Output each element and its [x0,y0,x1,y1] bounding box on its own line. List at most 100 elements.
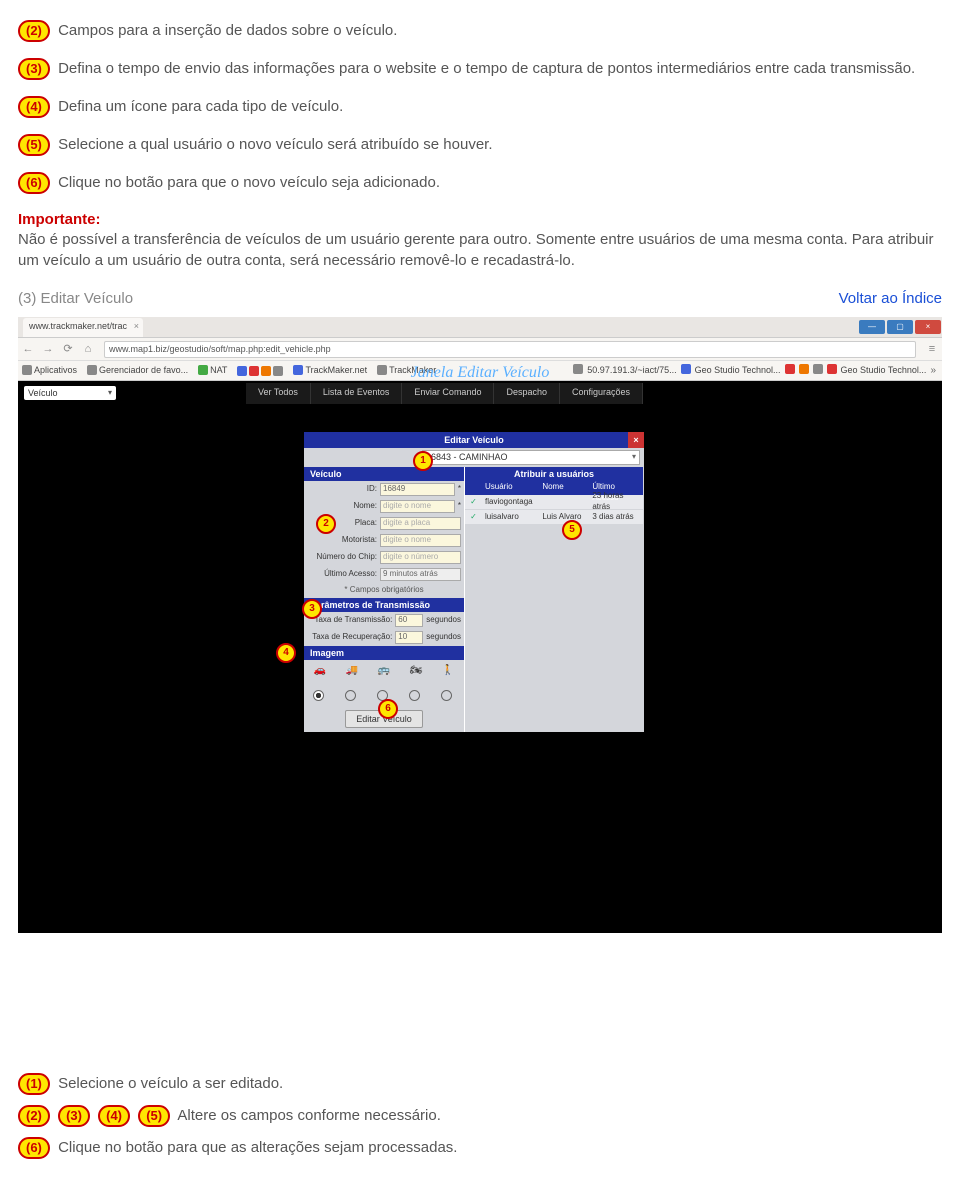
url-field[interactable]: www.map1.biz/geostudio/soft/map.php:edit… [104,341,916,358]
tab-ver-todos[interactable]: Ver Todos [246,383,311,404]
important-text: Não é possível a transferência de veícul… [18,231,934,268]
panel-close-button[interactable]: × [628,432,644,448]
bus-icon: 🚌 [377,664,391,678]
site-icon[interactable] [827,364,837,374]
instruction-2: (2) Campos para a inserção de dados sobr… [18,20,942,42]
tab-close-icon[interactable]: × [134,320,139,332]
overflow-icon[interactable]: » [930,364,936,378]
bookmark-icon[interactable] [237,366,247,376]
bookmark-icons-group [237,366,283,376]
section-title: (3) Editar Veículo [18,290,133,307]
bookmark-icon[interactable] [249,366,259,376]
annotation-1: 1 [413,451,433,471]
app-toolbar: Veículo Ver Todos Lista de Eventos Envia… [18,381,942,405]
bookmark-apps[interactable]: Aplicativos [22,364,77,376]
marker-1: (1) [18,1073,50,1095]
bookmark-fav[interactable]: Gerenciador de favo... [87,364,188,376]
edit-vehicle-panel: Editar Veículo × 16843 - CAMINHAO Veícul… [304,432,644,732]
marker-6: (6) [18,172,50,194]
site-icon [377,365,387,375]
icon-option-bike[interactable]: 🏍 [409,664,423,704]
id-field[interactable]: 16849 [380,483,455,496]
section-header: (3) Editar Veículo Voltar ao Índice [18,289,942,309]
radio-icon[interactable] [313,690,324,701]
instruction-4: (4) Defina um ícone para cada tipo de ve… [18,96,942,118]
browser-tab[interactable]: www.trackmaker.net/trac × [23,318,143,337]
folder-icon [198,365,208,375]
radio-icon[interactable] [409,690,420,701]
person-icon: 🚶 [441,664,455,678]
radio-icon[interactable] [345,690,356,701]
bottom-6: (6) Clique no botão para que as alteraçõ… [18,1137,942,1159]
user-row[interactable]: ✓ luisalvaro Luis Alvaro 3 dias atrás [465,510,643,525]
site-icon[interactable] [799,364,809,374]
site-icon[interactable] [813,364,823,374]
bookmark-icon[interactable] [261,366,271,376]
rec-field[interactable]: 10 [395,631,423,644]
vehicle-select[interactable]: 16843 - CAMINHAO [422,450,640,465]
apps-icon [22,365,32,375]
check-icon[interactable]: ✓ [465,512,482,523]
bottom-2345: (2) (3) (4) (5) Altere os campos conform… [18,1105,942,1127]
vehicle-header: Veículo [304,467,464,481]
window-close-button[interactable]: × [915,320,941,334]
ip-text[interactable]: 50.97.191.3/~iact/75... [587,364,676,378]
vehicle-dropdown[interactable]: Veículo [24,386,116,400]
check-icon[interactable]: ✓ [465,497,482,508]
folder-icon [87,365,97,375]
window-max-button[interactable]: ▢ [887,320,913,334]
annotation-5: 5 [562,520,582,540]
ip-icon[interactable] [573,364,583,374]
driver-field[interactable]: digite o nome [380,534,461,547]
menu-icon[interactable]: ≡ [924,341,940,357]
bookmark-nat[interactable]: NAT [198,364,227,376]
instruction-2-text: Campos para a inserção de dados sobre o … [58,22,397,39]
chip-field[interactable]: digite o número [380,551,461,564]
annotation-4: 4 [276,643,296,663]
assign-header: Atribuir a usuários [465,467,643,481]
bike-icon: 🏍 [409,664,423,678]
bookmark-tm[interactable]: TrackMaker.net [293,364,367,376]
tx-field[interactable]: 60 [395,614,423,627]
marker-5: (5) [138,1105,170,1127]
bottom-1: (1) Selecione o veículo a ser editado. [18,1073,942,1095]
marker-2: (2) [18,1105,50,1127]
icon-option-person[interactable]: 🚶 [441,664,455,704]
radio-icon[interactable] [441,690,452,701]
marker-4: (4) [98,1105,130,1127]
window-buttons: — ▢ × [858,318,942,336]
reload-icon[interactable]: ⟳ [60,341,76,357]
marker-3: (3) [58,1105,90,1127]
instruction-6-text: Clique no botão para que o novo veículo … [58,174,440,191]
home-icon[interactable]: ⌂ [80,341,96,357]
important-label: Importante: [18,210,942,230]
tab-lista-eventos[interactable]: Lista de Eventos [311,383,403,404]
forward-icon[interactable]: → [40,341,56,357]
tab-despacho[interactable]: Despacho [494,383,560,404]
tab-configuracoes[interactable]: Configurações [560,383,643,404]
back-link[interactable]: Voltar ao Índice [839,289,942,309]
instruction-3-text: Defina o tempo de envio das informações … [58,60,915,77]
icon-option-truck[interactable]: 🚚 [345,664,359,704]
window-min-button[interactable]: — [859,320,885,334]
important-block: Importante: Não é possível a transferênc… [18,210,942,271]
annotation-2: 2 [316,514,336,534]
icon-option-car[interactable]: 🚗 [313,664,327,704]
name-field[interactable]: digite o nome [380,500,455,513]
car-icon: 🚗 [313,664,327,678]
site-icon[interactable] [681,364,691,374]
icon-option-bus[interactable]: 🚌 [377,664,391,704]
site-icon[interactable] [785,364,795,374]
plate-field[interactable]: digite a placa [380,517,461,530]
user-row[interactable]: ✓ flaviogontaga 23 horas atrás [465,495,643,510]
tab-enviar-comando[interactable]: Enviar Comando [402,383,494,404]
app-tabs: Ver Todos Lista de Eventos Enviar Comand… [246,383,643,404]
annotation-3: 3 [302,599,322,619]
annotation-6: 6 [378,699,398,719]
last-field: 9 minutos atrás [380,568,461,581]
bookmark-icon[interactable] [273,366,283,376]
image-header: Imagem [304,646,464,660]
back-icon[interactable]: ← [20,341,36,357]
marker-2: (2) [18,20,50,42]
instruction-4-text: Defina um ícone para cada tipo de veícul… [58,98,343,115]
